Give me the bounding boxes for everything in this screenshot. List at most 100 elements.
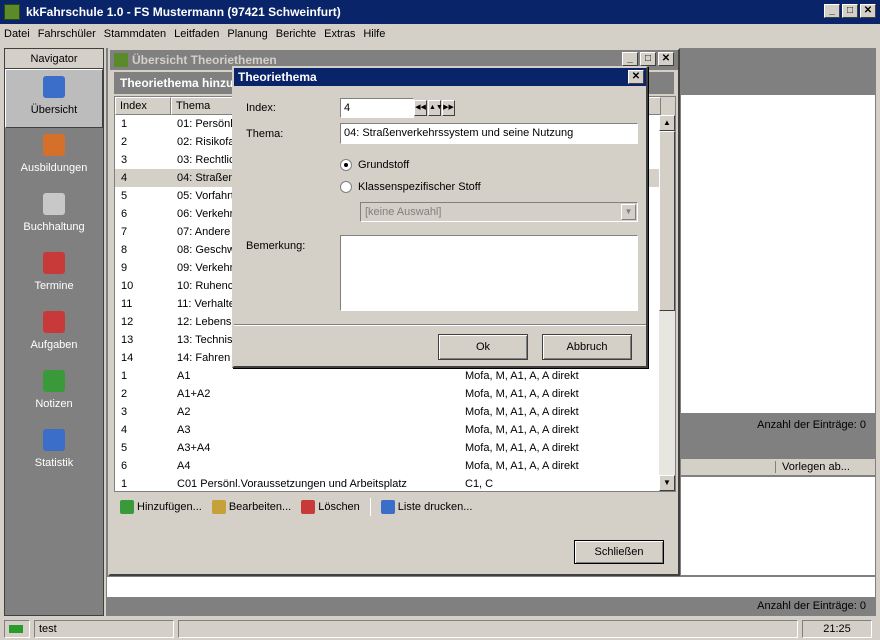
nav-item-label: Übersicht bbox=[30, 104, 78, 116]
nav-item-label: Notizen bbox=[35, 398, 73, 410]
index-label: Index: bbox=[246, 102, 276, 114]
menu-planung[interactable]: Planung bbox=[227, 28, 267, 40]
first-icon[interactable]: ◀◀ bbox=[414, 100, 427, 116]
minimize-button[interactable]: _ bbox=[824, 4, 840, 18]
print-label: Liste drucken... bbox=[397, 501, 473, 513]
table-cell: 7 bbox=[121, 226, 128, 238]
menu-datei[interactable]: Datei bbox=[4, 28, 30, 40]
table-cell: 2 bbox=[121, 388, 128, 400]
navigator-header: Navigator bbox=[5, 49, 103, 69]
table-cell: Mofa, M, A1, A, A direkt bbox=[465, 442, 579, 454]
table-cell: A3+A4 bbox=[177, 442, 211, 454]
dialog-titlebar: Theoriethema ✕ bbox=[234, 68, 646, 86]
overview-minimize-button[interactable]: _ bbox=[622, 52, 638, 66]
table-cell: 12 bbox=[121, 316, 134, 328]
right-column-header: Vorlegen ab... bbox=[680, 458, 876, 476]
table-cell: A2 bbox=[177, 406, 191, 418]
vorlegen-column[interactable]: Vorlegen ab... bbox=[775, 461, 873, 473]
nav-item-5[interactable]: Notizen bbox=[5, 364, 103, 423]
menu-berichte[interactable]: Berichte bbox=[276, 28, 316, 40]
add-button[interactable]: Hinzufügen... bbox=[120, 500, 202, 514]
scroll-up-icon[interactable]: ▲ bbox=[659, 115, 675, 131]
status-user: test bbox=[34, 620, 174, 638]
scroll-thumb[interactable] bbox=[659, 131, 675, 311]
nav-item-label: Aufgaben bbox=[30, 339, 78, 351]
dialog-divider bbox=[234, 324, 646, 326]
nav-item-6[interactable]: Statistik bbox=[5, 423, 103, 482]
table-cell: C01 Persönl.Voraussetzungen und Arbeitsp… bbox=[177, 478, 407, 490]
table-cell: Mofa, M, A1, A, A direkt bbox=[465, 424, 579, 436]
scroll-down-icon[interactable]: ▼ bbox=[659, 475, 675, 491]
nav-item-1[interactable]: Ausbildungen bbox=[5, 128, 103, 187]
menu-stammdaten[interactable]: Stammdaten bbox=[104, 28, 166, 40]
status-spacer bbox=[178, 620, 798, 638]
menu-hilfe[interactable]: Hilfe bbox=[363, 28, 385, 40]
index-spinner[interactable]: ◀◀ ▲▼ ▶▶ bbox=[414, 100, 455, 116]
menu-fahrschueler[interactable]: Fahrschüler bbox=[38, 28, 96, 40]
toolbar-separator bbox=[369, 498, 371, 516]
radio-grundstoff[interactable]: Grundstoff bbox=[340, 159, 409, 171]
cancel-button[interactable]: Abbruch bbox=[542, 334, 632, 360]
table-cell: 4 bbox=[121, 424, 128, 436]
radio-klassenspezifisch[interactable]: Klassenspezifischer Stoff bbox=[340, 181, 481, 193]
klassen-combo[interactable]: [keine Auswahl] ▼ bbox=[360, 202, 638, 222]
index-field[interactable]: 4 bbox=[340, 98, 414, 118]
entry-count-bottom: Anzahl der Einträge: 0 bbox=[757, 600, 866, 612]
table-cell: 5 bbox=[121, 442, 128, 454]
ok-button[interactable]: Ok bbox=[438, 334, 528, 360]
table-cell: 1 bbox=[121, 370, 128, 382]
table-row[interactable]: 3 A2 Mofa, M, A1, A, A direkt bbox=[115, 403, 675, 421]
table-row[interactable]: 1 A1 Mofa, M, A1, A, A direkt bbox=[115, 367, 675, 385]
status-indicator bbox=[4, 620, 30, 638]
table-row[interactable]: 1 C01 Persönl.Voraussetzungen und Arbeits… bbox=[115, 475, 675, 493]
nav-item-3[interactable]: Termine bbox=[5, 246, 103, 305]
table-cell: 10 bbox=[121, 280, 134, 292]
nav-item-label: Buchhaltung bbox=[23, 221, 85, 233]
table-cell: 4 bbox=[121, 172, 128, 184]
maximize-button[interactable]: □ bbox=[842, 4, 858, 18]
print-button[interactable]: Liste drucken... bbox=[380, 500, 473, 514]
navigator-panel: Navigator Übersicht Ausbildungen Buchhaltu… bbox=[4, 48, 104, 616]
remark-label: Bemerkung: bbox=[246, 240, 306, 252]
list-toolbar: Hinzufügen... Bearbeiten... Löschen List… bbox=[114, 496, 676, 518]
table-row[interactable]: 2 A1+A2 Mofa, M, A1, A, A direkt bbox=[115, 385, 675, 403]
updown-icon[interactable]: ▲▼ bbox=[428, 100, 443, 116]
overview-close-button[interactable]: ✕ bbox=[658, 52, 674, 66]
last-icon[interactable]: ▶▶ bbox=[442, 100, 455, 116]
add-icon bbox=[120, 500, 134, 514]
nav-item-4[interactable]: Aufgaben bbox=[5, 305, 103, 364]
list-scrollbar[interactable]: ▲ ▼ bbox=[659, 115, 675, 491]
close-button[interactable]: ✕ bbox=[860, 4, 876, 18]
edit-button[interactable]: Bearbeiten... bbox=[211, 500, 291, 514]
table-cell: 11 bbox=[121, 298, 133, 310]
table-row[interactable]: 5 A3+A4 Mofa, M, A1, A, A direkt bbox=[115, 439, 675, 457]
bottom-list-panel bbox=[106, 576, 876, 598]
delete-icon bbox=[301, 500, 316, 514]
table-row[interactable]: 6 A4 Mofa, M, A1, A, A direkt bbox=[115, 457, 675, 475]
status-time: 21:25 bbox=[802, 620, 872, 638]
chevron-down-icon[interactable]: ▼ bbox=[621, 204, 636, 220]
remark-field[interactable] bbox=[340, 235, 638, 311]
table-cell: 6 bbox=[121, 208, 128, 220]
menu-leitfaden[interactable]: Leitfaden bbox=[174, 28, 219, 40]
schliessen-button[interactable]: Schließen bbox=[574, 540, 664, 564]
people-icon bbox=[43, 134, 65, 156]
nav-item-0[interactable]: Übersicht bbox=[5, 69, 103, 128]
menubar: Datei Fahrschüler Stammdaten Leitfaden P… bbox=[0, 24, 880, 44]
add-label: Hinzufügen... bbox=[137, 501, 202, 513]
table-cell: 9 bbox=[121, 262, 128, 274]
column-index[interactable]: Index bbox=[115, 97, 171, 115]
overview-maximize-button[interactable]: □ bbox=[640, 52, 656, 66]
thema-field[interactable]: 04: Straßenverkehrssystem und seine Nutz… bbox=[340, 123, 638, 144]
menu-extras[interactable]: Extras bbox=[324, 28, 355, 40]
overview-title: Übersicht Theoriethemen bbox=[132, 53, 277, 67]
cash-register-icon bbox=[43, 193, 65, 215]
table-cell: A3 bbox=[177, 424, 191, 436]
delete-button[interactable]: Löschen bbox=[301, 500, 360, 514]
table-row[interactable]: 4 A3 Mofa, M, A1, A, A direkt bbox=[115, 421, 675, 439]
table-cell: Mofa, M, A1, A, A direkt bbox=[465, 388, 579, 400]
dialog-close-icon[interactable]: ✕ bbox=[628, 70, 644, 84]
table-cell: Mofa, M, A1, A, A direkt bbox=[465, 460, 579, 472]
app-icon bbox=[4, 4, 20, 20]
nav-item-2[interactable]: Buchhaltung bbox=[5, 187, 103, 246]
